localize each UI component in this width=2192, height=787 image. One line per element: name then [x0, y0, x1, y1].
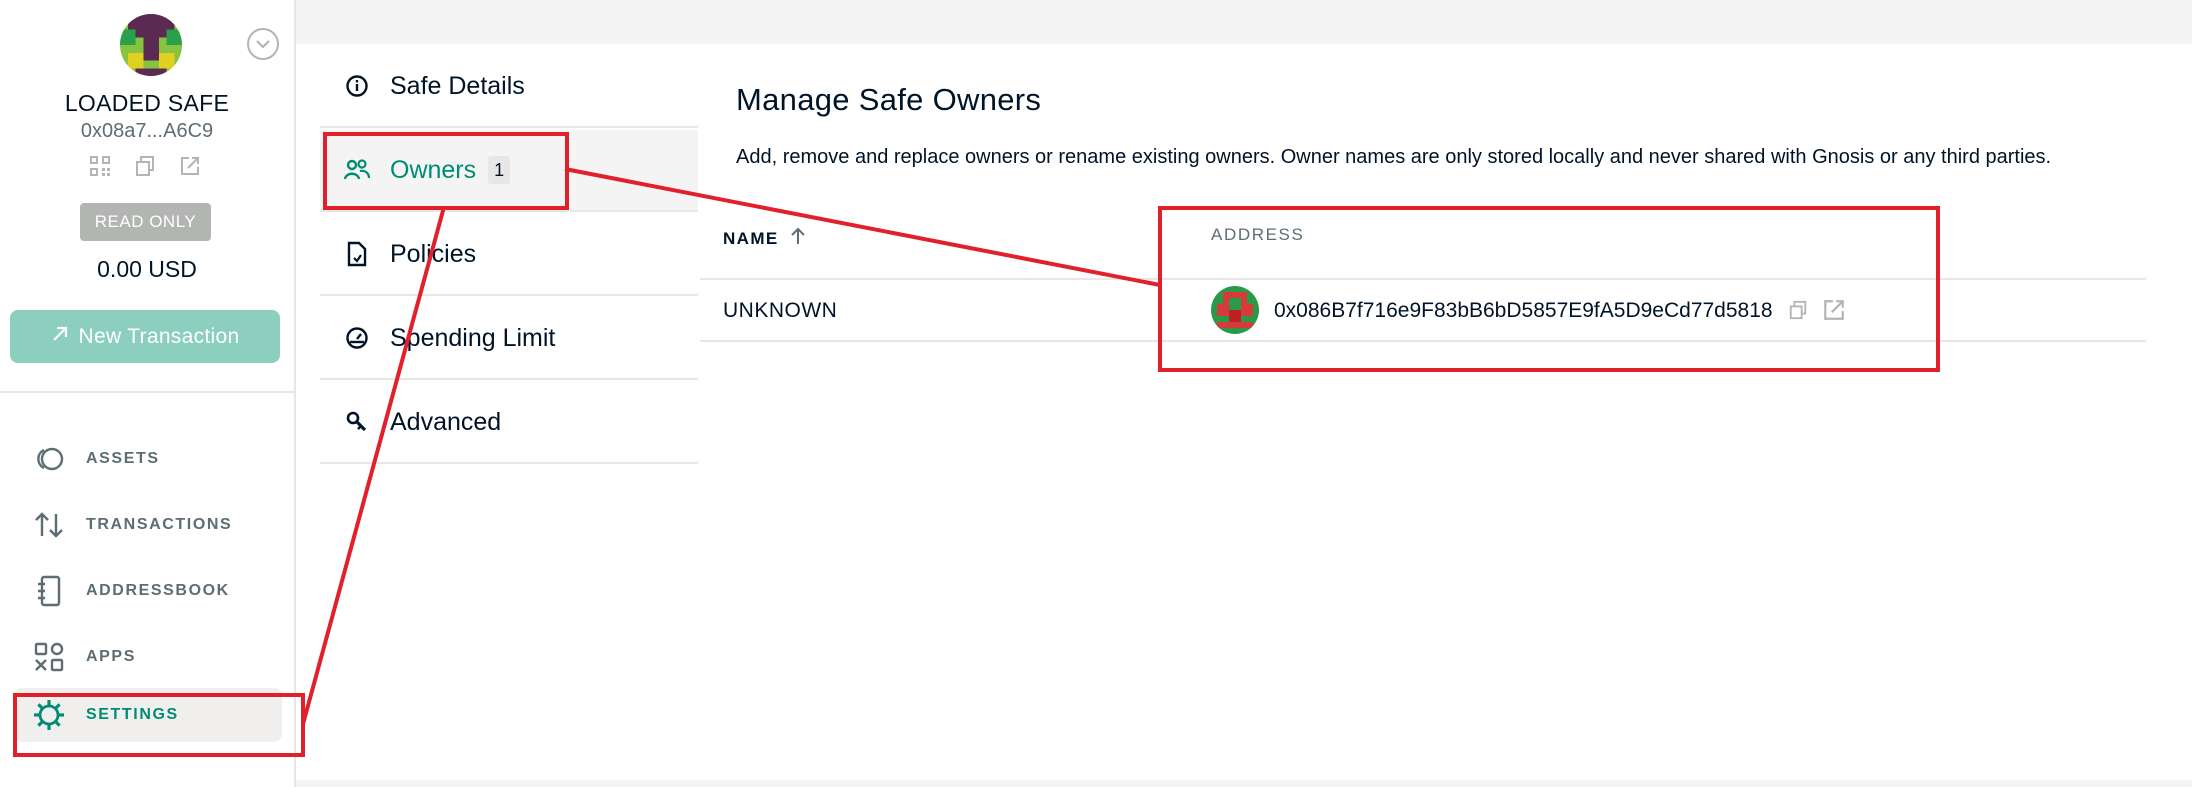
copy-icon[interactable]: [132, 153, 158, 179]
new-transaction-label: New Transaction: [78, 324, 240, 348]
settings-menu-spending-limit[interactable]: Spending Limit: [320, 298, 698, 380]
sidebar-item-apps[interactable]: APPS: [14, 630, 282, 684]
annotation-box-settings: [13, 693, 305, 757]
read-only-badge: READ ONLY: [80, 203, 211, 241]
column-header-name[interactable]: NAME: [723, 226, 807, 251]
sidebar-item-label: TRANSACTIONS: [86, 516, 233, 533]
addressbook-icon: [32, 574, 66, 608]
sidebar-item-label: APPS: [86, 648, 136, 665]
spending-limit-icon: [342, 323, 372, 353]
bottom-bar-background: [296, 780, 2192, 787]
info-icon: [342, 71, 372, 101]
owner-name: UNKNOWN: [723, 299, 838, 322]
page-title: Manage Safe Owners: [736, 82, 1042, 117]
sidebar-item-label: ADDRESSBOOK: [86, 582, 230, 599]
sidebar-item-transactions[interactable]: TRANSACTIONS: [14, 498, 282, 552]
sort-arrow-up-icon: [789, 226, 807, 251]
address-actions: [87, 152, 207, 180]
column-header-label: NAME: [723, 228, 779, 248]
arrow-up-right-icon: [51, 325, 69, 349]
menu-item-label: Safe Details: [390, 71, 525, 100]
safe-address: 0x08a7...A6C9: [80, 120, 214, 142]
settings-menu-advanced[interactable]: Advanced: [320, 382, 698, 464]
settings-menu-policies[interactable]: Policies: [320, 214, 698, 296]
assets-icon: [32, 442, 66, 476]
new-transaction-button[interactable]: New Transaction: [10, 310, 280, 363]
chevron-down-icon[interactable]: [247, 28, 279, 60]
wrench-icon: [342, 407, 372, 437]
sidebar-divider: [0, 391, 294, 393]
annotation-box-address: [1158, 206, 1940, 372]
policies-icon: [342, 239, 372, 269]
menu-item-label: Advanced: [390, 407, 502, 436]
sidebar-item-addressbook[interactable]: ADDRESSBOOK: [14, 564, 282, 618]
top-bar-background: [296, 0, 2192, 44]
menu-item-label: Spending Limit: [390, 323, 556, 352]
page-description: Add, remove and replace owners or rename…: [736, 146, 2052, 168]
menu-item-label: Policies: [390, 239, 477, 268]
qr-code-icon[interactable]: [87, 153, 113, 179]
safe-name: LOADED SAFE: [64, 90, 230, 116]
settings-menu-safe-details[interactable]: Safe Details: [320, 46, 698, 128]
sidebar-item-assets[interactable]: ASSETS: [14, 432, 282, 486]
safe-avatar: [120, 14, 182, 76]
apps-icon: [32, 640, 66, 674]
annotation-box-owners: [323, 132, 569, 210]
sidebar-item-label: ASSETS: [86, 450, 160, 467]
transactions-icon: [32, 508, 66, 542]
safe-balance: 0.00 USD: [97, 256, 197, 282]
external-link-icon[interactable]: [177, 153, 203, 179]
